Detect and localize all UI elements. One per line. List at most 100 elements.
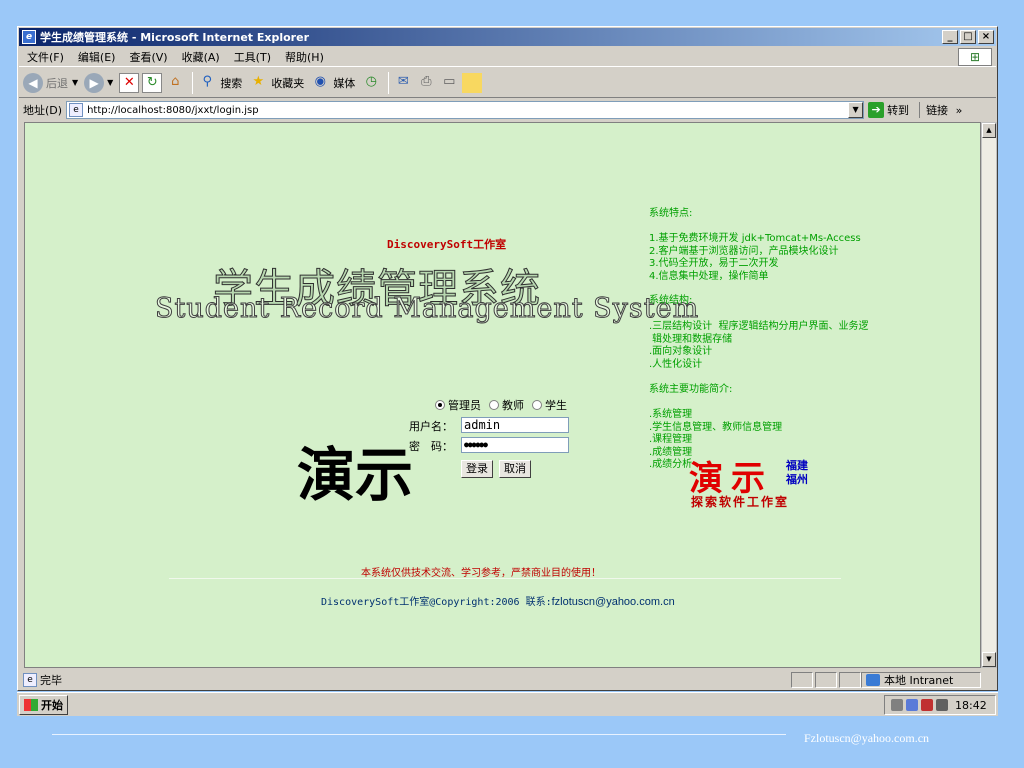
- go-label: 转到: [887, 104, 910, 117]
- role-student-label: 学生: [545, 399, 567, 412]
- stamp-studio: 探索软件工作室: [691, 495, 790, 509]
- username-field[interactable]: admin: [461, 417, 569, 433]
- links-label: 链接: [926, 104, 949, 117]
- minimize-button[interactable]: _: [942, 30, 958, 44]
- page-content: DiscoverySoft工作室 学生成绩管理系统 Student Record…: [24, 122, 981, 668]
- password-label: 密 码：: [409, 440, 453, 453]
- address-label: 地址(D): [23, 104, 63, 117]
- chevron-down-icon[interactable]: ▼: [848, 102, 864, 118]
- network-icon[interactable]: [906, 699, 918, 711]
- radio-icon[interactable]: [532, 400, 542, 410]
- menu-edit[interactable]: 编辑(E): [78, 49, 116, 65]
- stop-icon[interactable]: ✕: [119, 72, 140, 93]
- security-zone: 本地 Intranet: [861, 672, 981, 688]
- vertical-scrollbar[interactable]: ▲ ▼: [981, 122, 997, 668]
- scroll-down-icon[interactable]: ▼: [982, 652, 996, 667]
- menu-bar: 文件(F) 编辑(E) 查看(V) 收藏(A) 工具(T) 帮助(H) ⊞: [19, 47, 996, 67]
- status-cells: [791, 672, 863, 688]
- page-done-icon: e: [23, 673, 37, 687]
- login-button[interactable]: 登录: [461, 460, 493, 478]
- stamp-location: 福建 福州: [781, 459, 813, 487]
- toolbar: ◀ 后退 ▼ ▶ ▼ ✕ ↻ ⌂ ⚲ 搜索 ★ 收藏夹 ◉ 媒体 ◷ ✉ ⎙ ▭: [19, 68, 996, 98]
- page-title-en: Student Record Management System: [154, 293, 700, 325]
- links-button[interactable]: 链接 »: [919, 102, 962, 118]
- chevron-right-icon: »: [955, 104, 963, 117]
- slide-footer-line: [52, 734, 786, 735]
- media-icon: ◉: [314, 73, 326, 89]
- title-bar: e 学生成绩管理系统 - Microsoft Internet Explorer…: [19, 28, 996, 46]
- media-label: 媒体: [333, 76, 356, 90]
- role-teacher-label: 教师: [502, 399, 524, 412]
- browser-window: e 学生成绩管理系统 - Microsoft Internet Explorer…: [17, 26, 998, 691]
- intranet-icon: [866, 674, 880, 686]
- role-selector: 管理员 教师 学生: [435, 397, 575, 413]
- favorites-label: 收藏夹: [271, 76, 305, 90]
- studio-name: DiscoverySoft工作室: [387, 238, 507, 251]
- scroll-up-icon[interactable]: ▲: [982, 123, 996, 138]
- search-icon: ⚲: [202, 73, 213, 89]
- start-button[interactable]: 开始: [19, 694, 68, 715]
- messenger-icon[interactable]: [462, 72, 483, 93]
- mail-icon[interactable]: ✉: [393, 73, 413, 93]
- toolbar-separator: [388, 71, 390, 94]
- back-label: 后退: [46, 76, 68, 90]
- copyright-text: DiscoverySoft工作室@Copyright:2006 联系:: [321, 597, 552, 608]
- page-icon: e: [69, 103, 84, 117]
- back-arrow-icon: ◀: [23, 72, 43, 93]
- system-tray: 18:42: [884, 695, 996, 715]
- stamp-province: 福建: [786, 459, 808, 472]
- address-url: http://localhost:8080/jxxt/login.jsp: [87, 104, 259, 116]
- radio-icon[interactable]: [489, 400, 499, 410]
- features-list: 1.基于免费环境开发 jdk+Tomcat+Ms-Access 2.客户端基于浏…: [649, 233, 861, 282]
- menu-file[interactable]: 文件(F): [27, 49, 64, 65]
- close-button[interactable]: ×: [978, 30, 994, 44]
- favorites-button[interactable]: ★ 收藏夹: [248, 73, 304, 93]
- zone-label: 本地 Intranet: [884, 674, 954, 687]
- functions-title: 系统主要功能简介:: [649, 384, 733, 395]
- divider: [169, 578, 841, 579]
- volume-icon[interactable]: [921, 699, 933, 711]
- menu-favorites[interactable]: 收藏(A): [182, 49, 220, 65]
- ime-icon[interactable]: [891, 699, 903, 711]
- search-label: 搜索: [220, 76, 243, 90]
- role-student-option[interactable]: 学生: [532, 397, 567, 413]
- cancel-button[interactable]: 取消: [499, 460, 531, 478]
- role-teacher-option[interactable]: 教师: [489, 397, 524, 413]
- maximize-button[interactable]: □: [960, 30, 976, 44]
- contact-email[interactable]: fzlotuscn@yahoo.com.cn: [552, 596, 675, 608]
- history-icon[interactable]: ◷: [361, 73, 381, 93]
- windows-logo-icon: ⊞: [958, 48, 992, 66]
- media-button[interactable]: ◉ 媒体: [310, 73, 356, 93]
- window-title: 学生成绩管理系统 - Microsoft Internet Explorer: [40, 31, 309, 44]
- print-icon[interactable]: ⎙: [416, 73, 436, 93]
- start-label: 开始: [41, 698, 63, 712]
- role-admin-option[interactable]: 管理员: [435, 397, 481, 413]
- go-arrow-icon: ➔: [868, 102, 885, 118]
- go-button[interactable]: ➔ 转到: [868, 102, 909, 118]
- dropdown-arrow-icon: ▼: [72, 78, 79, 87]
- menu-help[interactable]: 帮助(H): [285, 49, 324, 65]
- features-title: 系统特点:: [649, 208, 693, 219]
- copyright: DiscoverySoft工作室@Copyright:2006 联系:fzlot…: [321, 593, 675, 608]
- back-button[interactable]: ◀ 后退 ▼: [23, 72, 79, 93]
- address-input[interactable]: e http://localhost:8080/jxxt/login.jsp ▼: [66, 101, 865, 119]
- forward-button[interactable]: ▶ ▼: [84, 72, 113, 93]
- forward-arrow-icon: ▶: [84, 72, 105, 93]
- menu-tools[interactable]: 工具(T): [234, 49, 271, 65]
- tray-app-icon[interactable]: [936, 699, 948, 711]
- status-text: 完毕: [40, 674, 62, 687]
- menu-view[interactable]: 查看(V): [129, 49, 167, 65]
- demo-watermark: 演示: [297, 441, 414, 509]
- usage-notice: 本系统仅供技术交流、学习参考，严禁商业目的使用！: [361, 568, 601, 579]
- username-label: 用户名：: [409, 420, 453, 433]
- ie-icon: e: [22, 30, 36, 44]
- search-button[interactable]: ⚲ 搜索: [197, 73, 243, 93]
- address-bar: 地址(D) e http://localhost:8080/jxxt/login…: [19, 99, 996, 121]
- password-field[interactable]: ●●●●●●: [461, 437, 569, 453]
- refresh-icon[interactable]: ↻: [142, 72, 163, 93]
- toolbar-separator: [192, 71, 194, 94]
- star-icon: ★: [252, 73, 265, 89]
- edit-icon[interactable]: ▭: [439, 73, 459, 93]
- radio-checked-icon[interactable]: [435, 400, 445, 410]
- home-icon[interactable]: ⌂: [165, 73, 185, 93]
